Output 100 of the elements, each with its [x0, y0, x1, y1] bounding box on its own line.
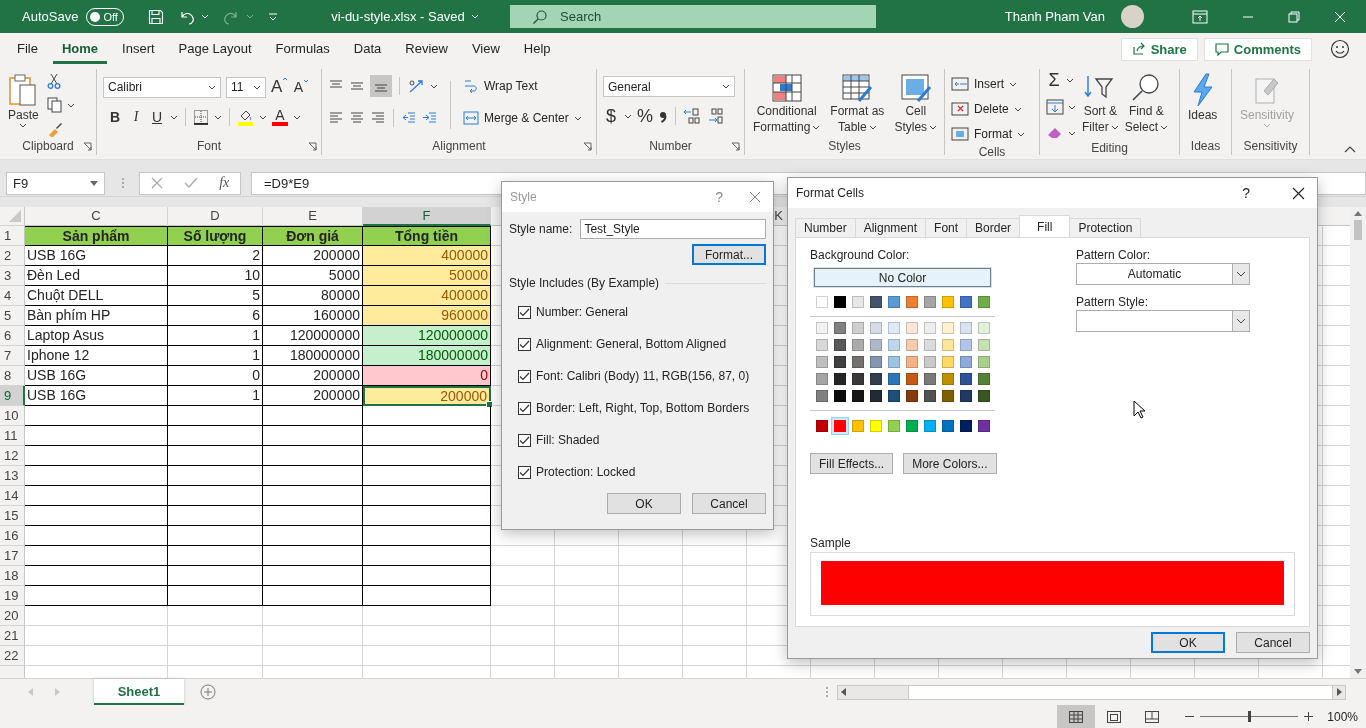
- caret-icon[interactable]: [66, 102, 75, 108]
- bold-button[interactable]: B: [107, 109, 123, 125]
- color-swatch[interactable]: [942, 390, 954, 402]
- color-swatch[interactable]: [852, 420, 864, 432]
- fill-color-icon[interactable]: [237, 108, 254, 126]
- color-swatch[interactable]: [816, 390, 828, 402]
- down-arrow-icon[interactable]: [1354, 669, 1362, 674]
- color-swatch[interactable]: [888, 322, 900, 334]
- caret-icon[interactable]: [624, 113, 632, 119]
- increase-indent-icon[interactable]: [422, 110, 438, 126]
- color-swatch[interactable]: [852, 356, 864, 368]
- color-swatch[interactable]: [816, 356, 828, 368]
- color-swatch[interactable]: [924, 420, 936, 432]
- borders-icon[interactable]: [193, 109, 209, 125]
- style-name-field[interactable]: Test_Style: [580, 219, 766, 239]
- caret-icon[interactable]: [1066, 77, 1074, 83]
- checkbox[interactable]: [518, 433, 531, 447]
- color-swatch[interactable]: [960, 296, 972, 308]
- color-swatch[interactable]: [978, 390, 990, 402]
- scrollbar-thumb[interactable]: [908, 685, 1333, 699]
- color-swatch[interactable]: [834, 390, 846, 402]
- bottom-align-button[interactable]: [370, 75, 392, 97]
- format-as-table-button[interactable]: Format as Table: [828, 71, 887, 137]
- color-swatch[interactable]: [870, 339, 882, 351]
- find-select-button[interactable]: Find & Select: [1124, 71, 1169, 137]
- color-swatch[interactable]: [888, 420, 900, 432]
- more-colors-button[interactable]: More Colors...: [903, 453, 997, 474]
- color-swatch[interactable]: [978, 373, 990, 385]
- color-swatch[interactable]: [924, 296, 936, 308]
- color-swatch[interactable]: [870, 356, 882, 368]
- copy-icon[interactable]: [46, 97, 63, 113]
- number-format-select[interactable]: General: [603, 76, 735, 97]
- search-field[interactable]: Search: [510, 5, 876, 28]
- caret-icon[interactable]: [293, 114, 301, 120]
- checkbox-label[interactable]: Border: Left, Right, Top, Bottom Borders: [536, 401, 750, 415]
- cut-icon[interactable]: [46, 73, 61, 89]
- add-sheet-icon[interactable]: [200, 684, 216, 700]
- caret-icon[interactable]: [430, 83, 438, 89]
- color-swatch[interactable]: [870, 390, 882, 402]
- underline-button[interactable]: U: [149, 109, 165, 125]
- dialog-launcher-icon[interactable]: [308, 142, 317, 151]
- color-swatch[interactable]: [960, 339, 972, 351]
- color-swatch[interactable]: [834, 356, 846, 368]
- previous-sheet-icon[interactable]: [28, 688, 34, 696]
- delete-cells-button[interactable]: Delete: [951, 98, 1022, 120]
- pattern-style-select[interactable]: [1076, 310, 1250, 332]
- menu-tab[interactable]: Formulas: [266, 34, 339, 64]
- shrink-font-button[interactable]: A: [293, 79, 310, 95]
- increase-decimal-icon[interactable]: [683, 107, 701, 125]
- autosum-button[interactable]: Σ: [1046, 71, 1062, 89]
- ribbon-display-icon[interactable]: [1192, 9, 1208, 24]
- color-swatch[interactable]: [942, 322, 954, 334]
- pattern-color-select[interactable]: Automatic: [1076, 263, 1250, 285]
- align-center-icon[interactable]: [349, 110, 365, 126]
- right-arrow-icon[interactable]: [1337, 688, 1342, 696]
- color-swatch[interactable]: [978, 339, 990, 351]
- comments-button[interactable]: Comments: [1203, 37, 1312, 61]
- color-swatch[interactable]: [906, 356, 918, 368]
- menu-tab[interactable]: Insert: [113, 34, 164, 64]
- color-swatch[interactable]: [924, 322, 936, 334]
- scrollbar-thumb[interactable]: [1354, 220, 1362, 240]
- dialog-tab[interactable]: Number: [795, 218, 856, 237]
- color-swatch[interactable]: [978, 296, 990, 308]
- checkbox-label[interactable]: Fill: Shaded: [536, 433, 600, 447]
- checkbox-label[interactable]: Protection: Locked: [536, 465, 636, 479]
- menu-tab[interactable]: Review: [396, 34, 457, 64]
- caret-icon[interactable]: [214, 114, 222, 120]
- color-swatch[interactable]: [834, 373, 846, 385]
- color-swatch[interactable]: [888, 390, 900, 402]
- color-swatch[interactable]: [852, 390, 864, 402]
- menu-tab[interactable]: File: [8, 34, 47, 64]
- font-color-button[interactable]: A: [272, 108, 288, 126]
- color-swatch[interactable]: [816, 339, 828, 351]
- decrease-indent-icon[interactable]: [401, 110, 417, 126]
- checkbox[interactable]: [518, 369, 531, 383]
- slider-thumb[interactable]: [1248, 711, 1252, 722]
- save-icon[interactable]: [148, 8, 165, 25]
- percent-button[interactable]: %: [637, 105, 653, 127]
- color-swatch[interactable]: [960, 322, 972, 334]
- color-swatch[interactable]: [834, 296, 846, 308]
- checkbox-label[interactable]: Number: General: [536, 305, 629, 319]
- color-swatch[interactable]: [924, 339, 936, 351]
- ideas-button[interactable]: Ideas: [1186, 71, 1220, 125]
- checkbox-label[interactable]: Alignment: General, Bottom Aligned: [536, 337, 727, 351]
- no-color-button[interactable]: No Color: [814, 268, 991, 287]
- document-title[interactable]: vi-du-style.xlsx - Saved: [331, 9, 465, 24]
- color-swatch[interactable]: [888, 339, 900, 351]
- help-button[interactable]: ?: [1242, 185, 1250, 201]
- dialog-tab[interactable]: Fill: [1019, 215, 1071, 237]
- menu-tab[interactable]: Help: [514, 34, 560, 64]
- color-swatch[interactable]: [852, 373, 864, 385]
- align-right-icon[interactable]: [370, 110, 386, 126]
- color-swatch[interactable]: [834, 420, 846, 432]
- avatar[interactable]: [1121, 5, 1144, 28]
- color-swatch[interactable]: [960, 420, 972, 432]
- color-swatch[interactable]: [906, 420, 918, 432]
- color-swatch[interactable]: [960, 356, 972, 368]
- checkbox[interactable]: [518, 305, 531, 319]
- paste-button[interactable]: Paste: [6, 71, 41, 130]
- wrap-text-button[interactable]: Wrap Text: [463, 75, 582, 97]
